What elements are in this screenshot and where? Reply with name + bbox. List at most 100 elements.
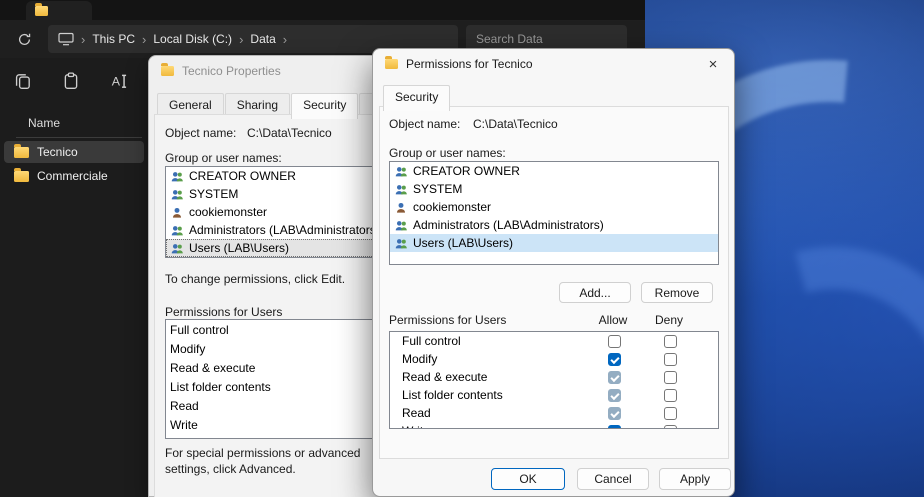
permission-name: Modify (170, 342, 205, 356)
group-name: cookiemonster (413, 200, 491, 214)
permission-name: Modify (390, 352, 588, 366)
refresh-icon (17, 32, 32, 47)
group-list-item[interactable]: CREATOR OWNER (390, 162, 718, 180)
group-name: CREATOR OWNER (413, 164, 520, 178)
group-name: Administrators (LAB\Administrators) (189, 223, 380, 237)
paste-icon (62, 72, 80, 90)
permissions-header-row: Permissions for Users Allow Deny (389, 313, 719, 327)
deny-column-header: Deny (655, 313, 683, 327)
breadcrumb-chevron-icon: › (142, 33, 146, 46)
permissions-for-users-label: Permissions for Users (165, 305, 282, 319)
explorer-titlebar[interactable] (0, 0, 645, 20)
close-button[interactable]: × (692, 49, 734, 79)
add-button[interactable]: Add... (559, 282, 631, 303)
deny-checkbox[interactable] (664, 389, 677, 402)
deny-checkbox[interactable] (664, 353, 677, 366)
folder-icon (35, 6, 48, 16)
remove-button[interactable]: Remove (641, 282, 713, 303)
deny-checkbox[interactable] (664, 425, 677, 430)
column-divider (16, 137, 142, 138)
nav-item-label: Commerciale (37, 169, 108, 183)
allow-checkbox (608, 371, 621, 384)
permission-name: Full control (170, 323, 229, 337)
group-name: CREATOR OWNER (189, 169, 296, 183)
permissions-list: Full control Modify Read & execute List … (389, 331, 719, 429)
ok-button[interactable]: OK (491, 468, 565, 490)
copy-button[interactable] (10, 68, 36, 94)
group-icon (394, 237, 408, 250)
permissions-tab-strip: Security (383, 85, 451, 109)
permission-name: List folder contents (390, 388, 588, 402)
search-input[interactable] (476, 32, 631, 46)
permissions-for-users-label: Permissions for Users (389, 313, 587, 327)
group-icon (170, 170, 184, 183)
permission-row: Read & execute (390, 368, 718, 386)
breadcrumb-chevron-icon: › (81, 33, 85, 46)
group-icon (170, 188, 184, 201)
breadcrumb-item-data[interactable]: Data (250, 32, 275, 46)
user-icon (394, 201, 408, 214)
group-name: cookiemonster (189, 205, 267, 219)
permissions-dialog-titlebar[interactable]: Permissions for Tecnico (373, 49, 734, 79)
permissions-dialog: Permissions for Tecnico × Security Objec… (372, 48, 735, 497)
group-name: Administrators (LAB\Administrators) (413, 218, 604, 232)
permission-row: Modify (390, 350, 718, 368)
nav-item-label: Tecnico (37, 145, 78, 159)
apply-button[interactable]: Apply (659, 468, 731, 490)
folder-icon (161, 66, 174, 76)
permission-name: Write (170, 418, 198, 432)
permission-name: Read & execute (390, 370, 588, 384)
allow-checkbox[interactable] (608, 335, 621, 348)
allow-checkbox (608, 389, 621, 402)
deny-checkbox[interactable] (664, 371, 677, 384)
permission-name: Read (390, 406, 588, 420)
permission-row: Read (390, 404, 718, 422)
allow-checkbox[interactable] (608, 353, 621, 366)
folder-icon (385, 59, 398, 69)
group-user-names-label: Group or user names: (389, 146, 506, 160)
group-icon (394, 219, 408, 232)
allow-checkbox (608, 407, 621, 420)
permission-name: Write (390, 424, 588, 429)
breadcrumb-chevron-icon: › (283, 33, 287, 46)
tab-security[interactable]: Security (383, 85, 450, 111)
group-name: SYSTEM (413, 182, 462, 196)
cancel-button[interactable]: Cancel (577, 468, 649, 490)
permission-name: Full control (390, 334, 588, 348)
rename-icon: A (110, 72, 128, 90)
advanced-hint-text: For special permissions or advanced sett… (165, 446, 390, 477)
rename-button[interactable]: A (106, 68, 132, 94)
group-list-item-selected[interactable]: Users (LAB\Users) (390, 234, 718, 252)
group-name: Users (LAB\Users) (189, 241, 289, 255)
allow-checkbox[interactable] (608, 425, 621, 430)
nav-item-commerciale[interactable]: Commerciale (4, 165, 144, 187)
permission-name: List folder contents (170, 380, 271, 394)
permissions-dialog-title: Permissions for Tecnico (406, 57, 533, 71)
refresh-button[interactable] (12, 27, 36, 51)
paste-button[interactable] (58, 68, 84, 94)
edit-hint-text: To change permissions, click Edit. (165, 272, 345, 286)
allow-column-header: Allow (599, 313, 628, 327)
group-list-item[interactable]: Administrators (LAB\Administrators) (390, 216, 718, 234)
group-list-item[interactable]: cookiemonster (390, 198, 718, 216)
this-pc-icon (58, 32, 74, 46)
group-name: Users (LAB\Users) (413, 236, 513, 250)
explorer-tab[interactable] (26, 1, 92, 20)
breadcrumb-item-this-pc[interactable]: This PC (92, 32, 135, 46)
permission-name: Read & execute (170, 361, 255, 375)
nav-item-tecnico[interactable]: Tecnico (4, 141, 144, 163)
deny-checkbox[interactable] (664, 335, 677, 348)
folder-icon (14, 147, 29, 158)
group-list-item[interactable]: SYSTEM (390, 180, 718, 198)
deny-checkbox[interactable] (664, 407, 677, 420)
object-name-label: Object name: (389, 117, 460, 131)
group-icon (394, 183, 408, 196)
permission-name: Read (170, 399, 199, 413)
name-column-header[interactable]: Name (28, 116, 60, 130)
permission-row-clipped: Write (390, 422, 718, 429)
tab-security[interactable]: Security (291, 93, 358, 119)
object-name-value: C:\Data\Tecnico (473, 117, 558, 131)
breadcrumb-item-local-disk[interactable]: Local Disk (C:) (153, 32, 232, 46)
user-icon (170, 206, 184, 219)
close-icon: × (709, 56, 718, 73)
